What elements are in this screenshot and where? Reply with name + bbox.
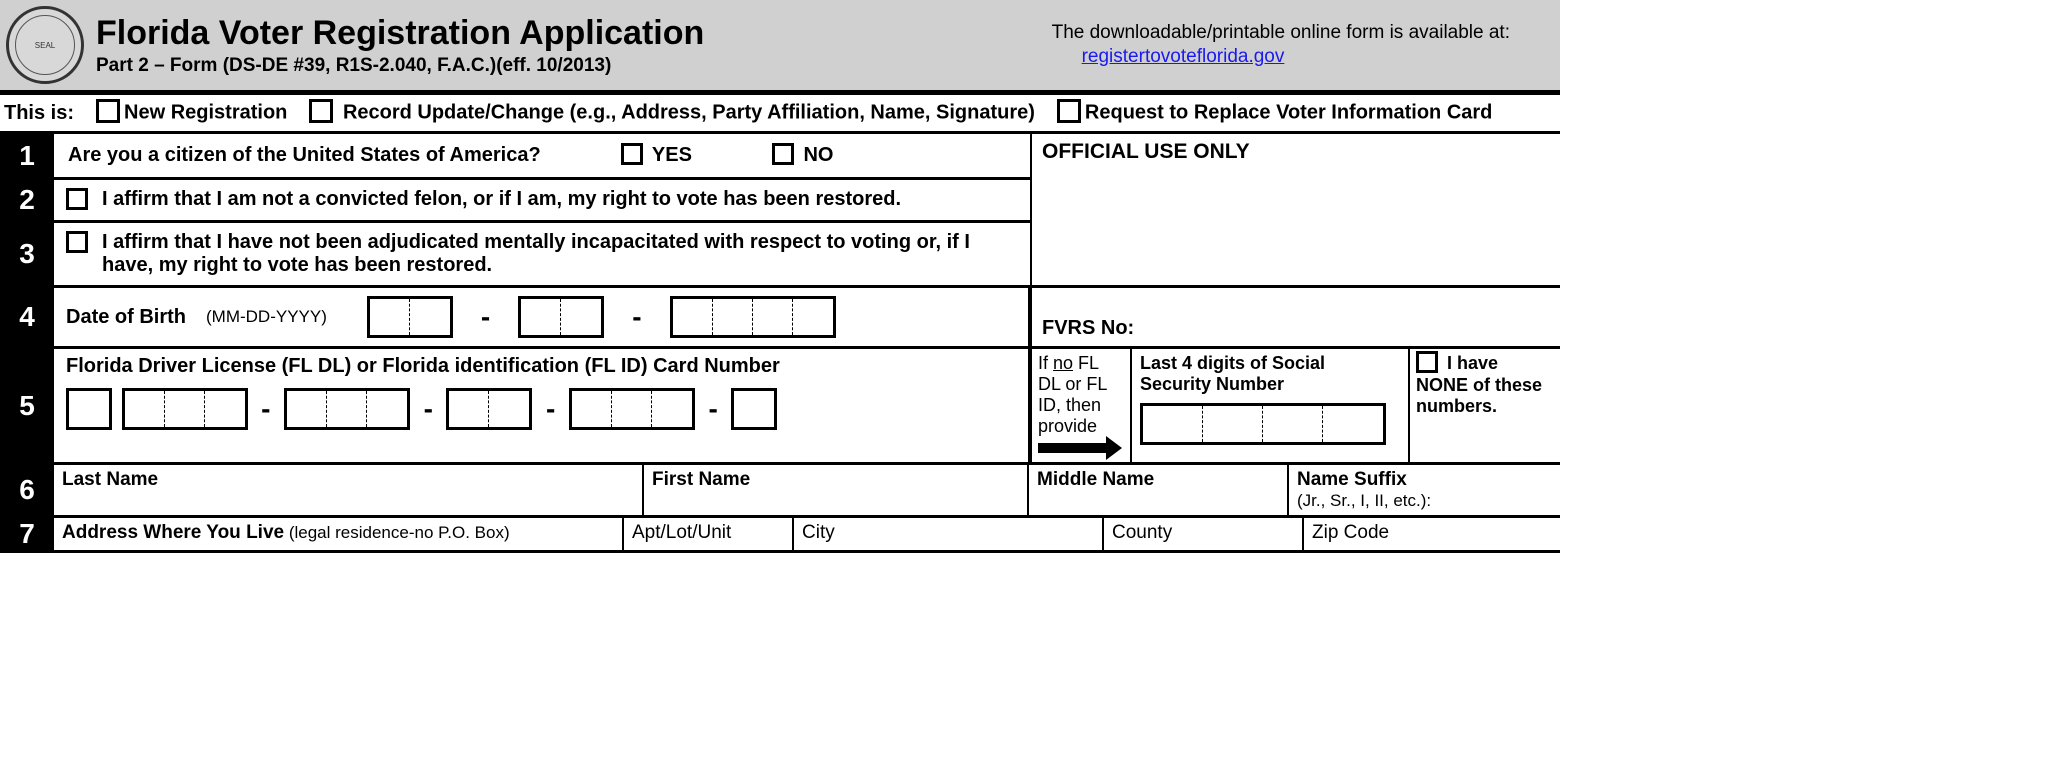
first-name-field[interactable]: First Name [644,465,1029,515]
address-field[interactable]: Address Where You Live (legal residence-… [54,518,624,550]
download-text: The downloadable/printable online form i… [1052,22,1510,44]
dob-label: Date of Birth [66,306,186,329]
dl-number-input[interactable]: - - - - [66,388,1016,430]
download-info: The downloadable/printable online form i… [1052,22,1550,68]
download-link[interactable]: registertovoteflorida.gov [1052,46,1285,68]
citizen-question: Are you a citizen of the United States o… [68,144,541,167]
dob-day-input[interactable] [518,296,604,338]
dob-year-input[interactable] [670,296,836,338]
ssn-cell: Last 4 digits of Social Security Number [1132,349,1410,462]
checkbox-icon[interactable] [621,143,643,165]
zip-field[interactable]: Zip Code [1304,518,1560,550]
checkbox-icon[interactable] [772,143,794,165]
citizen-yes[interactable]: YES [621,144,692,167]
checkbox-icon[interactable] [309,99,333,123]
form-subtitle: Part 2 – Form (DS-DE #39, R1S-2.040, F.A… [96,55,1040,77]
dl-label: Florida Driver License (FL DL) or Florid… [66,355,1016,378]
row-3-mental: 3 I affirm that I have not been adjudica… [0,223,1030,285]
ssn-input[interactable] [1140,403,1386,445]
title-block: Florida Voter Registration Application P… [96,14,1040,77]
form-header: SEAL Florida Voter Registration Applicat… [0,0,1560,95]
this-is-label: This is: [4,102,74,125]
middle-name-field[interactable]: Middle Name [1029,465,1289,515]
city-field[interactable]: City [794,518,1104,550]
checkbox-icon[interactable] [1057,99,1081,123]
state-seal-icon: SEAL [6,6,84,84]
citizen-no[interactable]: NO [772,144,834,167]
suffix-field[interactable]: Name Suffix (Jr., Sr., I, II, etc.): [1289,465,1560,515]
row-number: 7 [0,518,54,550]
fvrs-cell: FVRS No: [1030,288,1560,346]
checkbox-icon[interactable] [96,99,120,123]
checkbox-icon[interactable] [66,231,88,253]
row-2-felon: 2 I affirm that I am not a convicted fel… [0,180,1030,223]
form-title: Florida Voter Registration Application [96,14,1040,53]
apt-field[interactable]: Apt/Lot/Unit [624,518,794,550]
row-1-citizen: 1 Are you a citizen of the United States… [0,134,1030,180]
dob-month-input[interactable] [367,296,453,338]
checkbox-icon[interactable] [1416,351,1438,373]
dob-format: (MM-DD-YYYY) [206,307,327,327]
this-is-row: This is: New Registration Record Update/… [0,95,1560,134]
row-number: 2 [0,180,54,220]
row-6-name: 6 Last Name First Name Middle Name Name … [0,465,1560,518]
row-number: 4 [0,288,54,346]
official-use-only: OFFICIAL USE ONLY [1030,134,1560,285]
mental-affirm-text: I affirm that I have not been adjudicate… [102,231,982,277]
row-number: 6 [0,465,54,515]
option-new-registration[interactable]: New Registration [96,101,287,125]
arrow-right-icon [1038,443,1108,453]
row-number: 1 [0,134,54,177]
row-number: 3 [0,223,54,285]
none-cell[interactable]: I have NONE of these numbers. [1410,349,1560,462]
row-number: 5 [0,349,54,462]
last-name-field[interactable]: Last Name [54,465,644,515]
checkbox-icon[interactable] [66,188,88,210]
row-7-address: 7 Address Where You Live (legal residenc… [0,518,1560,553]
option-replace-card[interactable]: Request to Replace Voter Information Car… [1057,101,1492,125]
if-no-dl-text: If no FL DL or FL ID, then provide [1032,349,1132,462]
option-record-update[interactable]: Record Update/Change (e.g., Address, Par… [309,101,1035,125]
county-field[interactable]: County [1104,518,1304,550]
felon-affirm-text: I affirm that I am not a convicted felon… [102,188,901,211]
